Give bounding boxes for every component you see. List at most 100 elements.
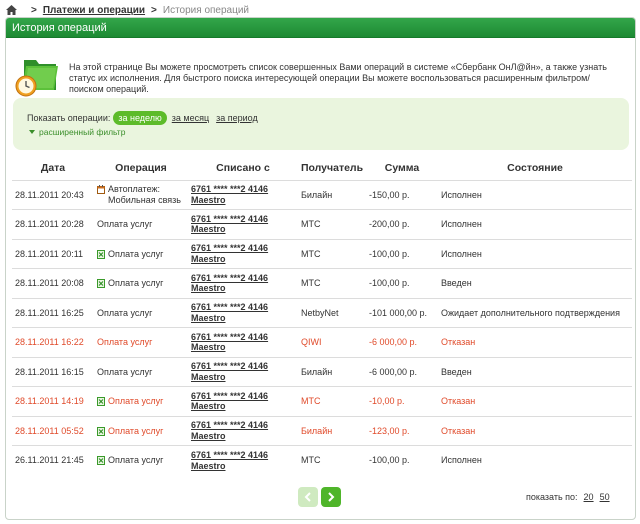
row-operation-label[interactable]: Оплата услуг (108, 396, 163, 407)
table-header-row: Дата Операция Списано с Получатель Сумма… (12, 160, 632, 180)
folder-clock-icon (15, 60, 58, 97)
row-operation-label[interactable]: Оплата услуг (97, 219, 152, 230)
row-date: 28.11.2011 20:08 (12, 268, 94, 298)
column-header-status: Состояние (507, 161, 563, 174)
row-card[interactable]: 6761 **** ***2 4146 Maestro (188, 297, 298, 328)
row-recipient: МТС (298, 268, 366, 298)
row-card[interactable]: 6761 **** ***2 4146 Maestro (188, 356, 298, 387)
breadcrumb: > Платежи и операции > История операций (6, 4, 249, 16)
row-card-number[interactable]: 6761 **** ***2 4146 (191, 450, 298, 461)
row-card-type[interactable]: Maestro (191, 461, 298, 472)
row-date: 28.11.2011 05:52 (12, 415, 94, 446)
row-card[interactable]: 6761 **** ***2 4146 Maestro (188, 445, 298, 475)
row-card-number[interactable]: 6761 **** ***2 4146 (191, 214, 298, 225)
row-card-number[interactable]: 6761 **** ***2 4146 (191, 243, 298, 254)
filter-month-link[interactable]: за месяц (172, 113, 209, 123)
table-row[interactable]: 26.11.2011 21:45 Оплата услуг 6761 **** **… (12, 445, 632, 475)
table-row[interactable]: 28.11.2011 16:22 Оплата услуг 6761 **** **… (12, 327, 632, 357)
operations-table-body: 28.11.2011 20:43 Автоплатеж: Мобильная св… (12, 179, 632, 475)
row-recipient: МТС (298, 445, 366, 475)
table-row[interactable]: 28.11.2011 05:52 Оплата услуг 6761 **** **… (12, 415, 632, 446)
table-row[interactable]: 28.11.2011 16:15 Оплата услуг 6761 **** **… (12, 356, 632, 387)
row-card-type[interactable]: Maestro (191, 195, 298, 206)
row-card[interactable]: 6761 **** ***2 4146 Maestro (188, 386, 298, 416)
row-operation-label[interactable]: Оплата услуг (108, 455, 163, 466)
table-row[interactable]: 28.11.2011 20:43 Автоплатеж: Мобильная св… (12, 179, 632, 210)
triangle-down-icon (29, 130, 35, 134)
row-date: 28.11.2011 16:25 (12, 297, 94, 328)
home-icon[interactable] (6, 5, 17, 15)
row-date: 28.11.2011 20:43 (12, 179, 94, 210)
row-card-type[interactable]: Maestro (191, 342, 298, 353)
chevron-left-icon (304, 492, 311, 502)
breadcrumb-current: История операций (162, 4, 250, 16)
intro-section: На этой странице Вы можете просмотреть с… (12, 54, 632, 102)
row-card-number[interactable]: 6761 **** ***2 4146 (191, 302, 298, 313)
row-card-number[interactable]: 6761 **** ***2 4146 (191, 184, 298, 195)
row-card[interactable]: 6761 **** ***2 4146 Maestro (188, 327, 298, 357)
row-status: Исполнен (438, 179, 632, 210)
row-operation: Оплата услуг (94, 445, 188, 475)
row-card[interactable]: 6761 **** ***2 4146 Maestro (188, 268, 298, 298)
row-recipient: Билайн (298, 356, 366, 387)
row-card-type[interactable]: Maestro (191, 313, 298, 324)
breadcrumb-link-payments[interactable]: Платежи и операции (43, 5, 145, 16)
row-operation-label[interactable]: Оплата услуг (97, 308, 152, 319)
previous-page-button[interactable] (298, 487, 318, 507)
table-row[interactable]: 28.11.2011 16:25 Оплата услуг 6761 **** **… (12, 297, 632, 328)
column-header-operation: Операция (115, 161, 167, 174)
page-size-label: показать по: (526, 492, 578, 502)
row-operation-label[interactable]: Автоплатеж: Мобильная связь (108, 184, 188, 205)
row-card[interactable]: 6761 **** ***2 4146 Maestro (188, 238, 298, 269)
row-card-type[interactable]: Maestro (191, 283, 298, 294)
row-operation-label[interactable]: Оплата услуг (97, 337, 152, 348)
row-card-number[interactable]: 6761 **** ***2 4146 (191, 332, 298, 343)
row-card-type[interactable]: Maestro (191, 224, 298, 235)
column-header-amount: Сумма (384, 161, 420, 174)
row-recipient: Билайн (298, 179, 366, 210)
row-card-number[interactable]: 6761 **** ***2 4146 (191, 420, 298, 431)
page-size-50-link[interactable]: 50 (600, 492, 610, 502)
row-amount: -6 000,00 р. (366, 327, 438, 357)
row-amount: -10,00 р. (366, 386, 438, 416)
filter-period-link[interactable]: за период (216, 113, 258, 123)
row-card-number[interactable]: 6761 **** ***2 4146 (191, 361, 298, 372)
column-header-debited: Списано с (216, 161, 270, 174)
row-card-type[interactable]: Maestro (191, 372, 298, 383)
row-status: Введен (438, 268, 632, 298)
row-operation-label[interactable]: Оплата услуг (97, 367, 152, 378)
row-date: 26.11.2011 21:45 (12, 445, 94, 475)
row-operation-label[interactable]: Оплата услуг (108, 426, 163, 437)
row-status: Исполнен (438, 209, 632, 239)
operations-table: Дата Операция Списано с Получатель Сумма… (12, 160, 632, 475)
table-row[interactable]: 28.11.2011 20:11 Оплата услуг 6761 **** **… (12, 238, 632, 269)
row-operation: Оплата услуг (94, 386, 188, 416)
panel-title: История операций (6, 18, 635, 38)
breadcrumb-separator: > (151, 4, 157, 16)
filter-label: Показать операции: (27, 113, 111, 123)
row-operation: Оплата услуг (94, 238, 188, 269)
table-row[interactable]: 28.11.2011 20:08 Оплата услуг 6761 **** **… (12, 268, 632, 298)
row-card[interactable]: 6761 **** ***2 4146 Maestro (188, 209, 298, 239)
row-operation-label[interactable]: Оплата услуг (108, 278, 163, 289)
page-size-20-link[interactable]: 20 (584, 492, 594, 502)
row-status: Отказан (438, 327, 632, 357)
row-card[interactable]: 6761 **** ***2 4146 Maestro (188, 179, 298, 210)
row-card-type[interactable]: Maestro (191, 401, 298, 412)
row-amount: -100,00 р. (366, 445, 438, 475)
row-status: Отказан (438, 386, 632, 416)
row-recipient: МТС (298, 386, 366, 416)
operations-history-panel: История операций На этой странице Вы мож… (5, 17, 636, 520)
row-card[interactable]: 6761 **** ***2 4146 Maestro (188, 415, 298, 446)
row-card-type[interactable]: Maestro (191, 431, 298, 442)
row-amount: -123,00 р. (366, 415, 438, 446)
advanced-filter-toggle[interactable]: расширенный фильтр (29, 127, 125, 137)
row-operation-label[interactable]: Оплата услуг (108, 249, 163, 260)
row-card-number[interactable]: 6761 **** ***2 4146 (191, 391, 298, 402)
table-row[interactable]: 28.11.2011 14:19 Оплата услуг 6761 **** **… (12, 386, 632, 416)
table-row[interactable]: 28.11.2011 20:28 Оплата услуг 6761 **** **… (12, 209, 632, 239)
row-card-number[interactable]: 6761 **** ***2 4146 (191, 273, 298, 284)
filter-week-button[interactable]: за неделю (113, 111, 167, 125)
row-card-type[interactable]: Maestro (191, 254, 298, 265)
next-page-button[interactable] (321, 487, 341, 507)
